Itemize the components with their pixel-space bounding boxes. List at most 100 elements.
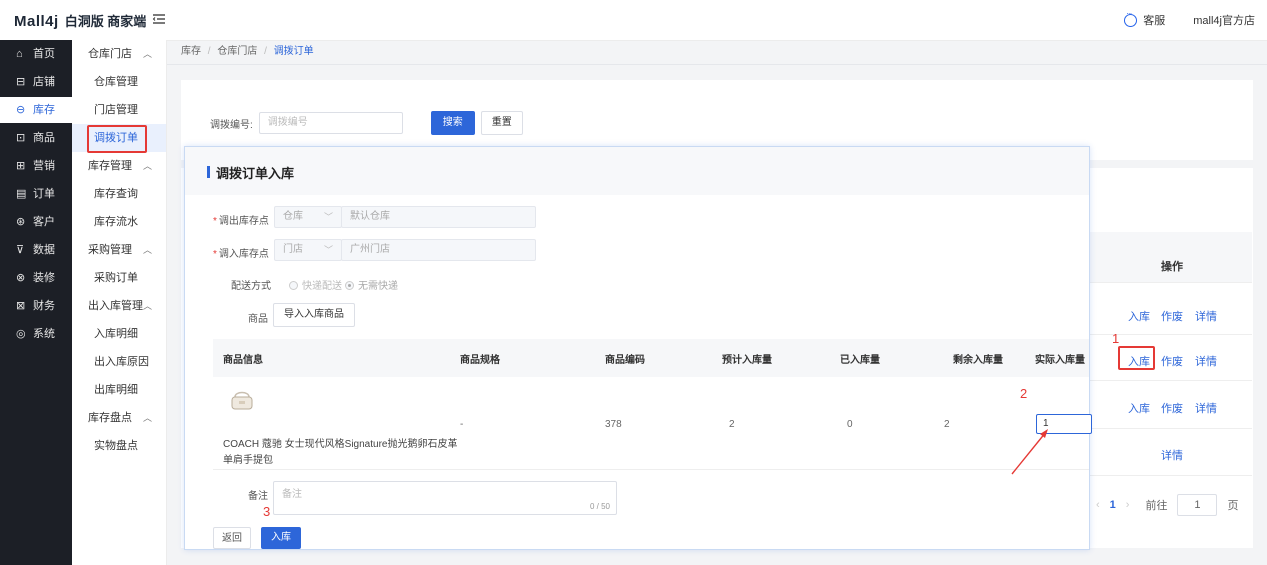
page-number[interactable]: 1 <box>1110 499 1116 511</box>
transfer-no-input[interactable]: 调拨编号 <box>258 112 403 134</box>
stock-in-link[interactable]: 入库 <box>1128 400 1150 416</box>
option-label: 快递配送 <box>302 281 342 292</box>
breadcrumb-sep: / <box>207 46 211 57</box>
subnav-item-purchase-order[interactable]: 采购订单 <box>72 264 166 292</box>
subnav-group-inout[interactable]: 出入库管理 ︿ <box>72 292 166 320</box>
detail-link[interactable]: 详情 <box>1161 447 1183 463</box>
subnav-group-purchase[interactable]: 采购管理 ︿ <box>72 236 166 264</box>
page-suffix: 页 <box>1227 500 1239 512</box>
subnav-group-stock[interactable]: 库存管理 ︿ <box>72 152 166 180</box>
row-divider <box>1090 475 1252 476</box>
title-accent-bar <box>207 166 210 178</box>
chevron-down-icon: ﹀ <box>323 245 333 255</box>
void-link[interactable]: 作废 <box>1161 308 1183 324</box>
nav-label: 首页 <box>33 48 55 60</box>
subnav-item-warehouse-manage[interactable]: 仓库管理 <box>72 68 166 96</box>
shop-name[interactable]: mall4j官方店 <box>1193 12 1255 28</box>
top-bar: Mall4j 白洞版 商家端 客服 mall4j官方店 <box>0 0 1267 41</box>
breadcrumb: 库存 / 仓库门店 / 调拨订单 <box>181 40 314 64</box>
back-button[interactable]: 返回 <box>213 527 251 549</box>
goods-expected: 2 <box>729 419 735 430</box>
confirm-stock-in-button[interactable]: 入库 <box>261 527 301 549</box>
label-text: 调出库存点 <box>218 216 269 227</box>
subnav-group-warehouse[interactable]: 仓库门店 ︿ <box>72 40 166 68</box>
out-location-label: * 调出库存点 <box>213 216 269 227</box>
order-icon: ▤ <box>16 188 27 200</box>
void-link[interactable]: 作废 <box>1161 400 1183 416</box>
radio-icon <box>289 281 298 290</box>
page-jump-input[interactable]: 1 <box>1177 494 1218 516</box>
dialog-title: 调拨订单入库 <box>216 166 295 181</box>
subnav-item-stock-flow[interactable]: 库存流水 <box>72 208 166 236</box>
nav-item-inventory[interactable]: ⊖ 库存 <box>0 97 72 123</box>
menu-collapse-icon[interactable] <box>152 12 166 26</box>
group-label: 库存盘点 <box>88 412 132 424</box>
subnav-item-store-manage[interactable]: 门店管理 <box>72 96 166 124</box>
finance-icon: ⊠ <box>16 300 26 312</box>
in-type-value: 门店 <box>283 244 303 255</box>
nav-item-home[interactable]: ⌂ 首页 <box>0 41 72 67</box>
nav-item-system[interactable]: ◎ 系统 <box>0 321 72 347</box>
pagination: ‹ 1 › 前往 1 页 <box>1096 494 1238 516</box>
prev-page-button[interactable]: ‹ <box>1096 499 1100 511</box>
nav-item-decorate[interactable]: ⊗ 装修 <box>0 265 72 291</box>
void-link[interactable]: 作废 <box>1161 353 1183 369</box>
col-received: 已入库量 <box>840 355 880 366</box>
subnav-item-out-reason[interactable]: 出入库原因 <box>72 348 166 376</box>
shipping-label: 配送方式 <box>231 281 271 292</box>
col-expected: 预计入库量 <box>722 355 772 366</box>
option-label: 无需快递 <box>358 281 398 292</box>
stock-in-link[interactable]: 入库 <box>1128 308 1150 324</box>
annotation-1: 1 <box>1112 331 1120 346</box>
nav-label: 装修 <box>33 272 55 284</box>
goods-code: 378 <box>605 419 622 430</box>
product-image <box>231 391 253 410</box>
radio-checked-icon <box>345 281 354 290</box>
chevron-up-icon: ︿ <box>142 245 152 255</box>
main-sidebar: ⌂ 首页 ⊟ 店铺 ⊖ 库存 ⊡ 商品 ⊞ 营销 ▤ 订单 ⊛ 客户 ⊽ 数据 ⊗ 装修 ⊠ 财务 … <box>0 40 72 565</box>
nav-item-marketing[interactable]: ⊞ 营销 <box>0 153 72 179</box>
subnav-group-check[interactable]: 库存盘点 ︿ <box>72 404 166 432</box>
customer-service-link[interactable]: 客服 <box>1143 12 1165 28</box>
group-label: 仓库门店 <box>88 48 132 60</box>
search-button[interactable]: 搜索 <box>430 111 475 135</box>
remark-textarea[interactable]: 备注 0 / 50 <box>273 481 617 515</box>
nav-item-data[interactable]: ⊽ 数据 <box>0 237 72 263</box>
shipping-option-none: 无需快递 <box>345 277 398 292</box>
import-goods-button[interactable]: 导入入库商品 <box>273 303 355 327</box>
annotation-3: 3 <box>263 504 271 519</box>
subnav-item-stock-query[interactable]: 库存查询 <box>72 180 166 208</box>
nav-item-finance[interactable]: ⊠ 财务 <box>0 293 72 319</box>
in-location-label: * 调入库存点 <box>213 249 269 260</box>
in-type-select: 门店 ﹀ <box>274 239 342 261</box>
detail-link[interactable]: 详情 <box>1195 308 1217 324</box>
shipping-option-express: 快递配送 <box>289 277 342 292</box>
nav-label: 数据 <box>33 244 55 256</box>
row-divider <box>1090 380 1252 381</box>
in-location-select: 广州门店 <box>341 239 536 261</box>
nav-item-order[interactable]: ▤ 订单 <box>0 181 72 207</box>
reset-button[interactable]: 重置 <box>480 111 523 135</box>
nav-label: 财务 <box>33 300 55 312</box>
breadcrumb-warehouse[interactable]: 仓库门店 <box>217 46 257 57</box>
chevron-up-icon: ︿ <box>142 49 152 59</box>
subnav-item-in-detail[interactable]: 入库明细 <box>72 320 166 348</box>
subnav-item-physical-check[interactable]: 实物盘点 <box>72 432 166 460</box>
col-code: 商品编码 <box>605 355 645 366</box>
customer-service-icon[interactable] <box>1124 9 1138 27</box>
nav-item-goods[interactable]: ⊡ 商品 <box>0 125 72 151</box>
nav-item-shop[interactable]: ⊟ 店铺 <box>0 69 72 95</box>
logo[interactable]: Mall4j 白洞版 商家端 <box>14 11 146 30</box>
detail-link[interactable]: 详情 <box>1195 400 1217 416</box>
op-column-header: 操作 <box>1161 261 1183 273</box>
customer-icon: ⊛ <box>16 216 26 228</box>
subnav-item-out-detail[interactable]: 出库明细 <box>72 376 166 404</box>
group-label: 出入库管理 <box>88 300 143 312</box>
next-page-button[interactable]: › <box>1126 499 1130 511</box>
breadcrumb-inventory[interactable]: 库存 <box>181 46 201 57</box>
nav-item-customer[interactable]: ⊛ 客户 <box>0 209 72 235</box>
row-divider <box>1090 282 1252 283</box>
nav-label: 营销 <box>33 160 55 172</box>
detail-link[interactable]: 详情 <box>1195 353 1217 369</box>
shop-icon: ⊟ <box>16 76 26 88</box>
